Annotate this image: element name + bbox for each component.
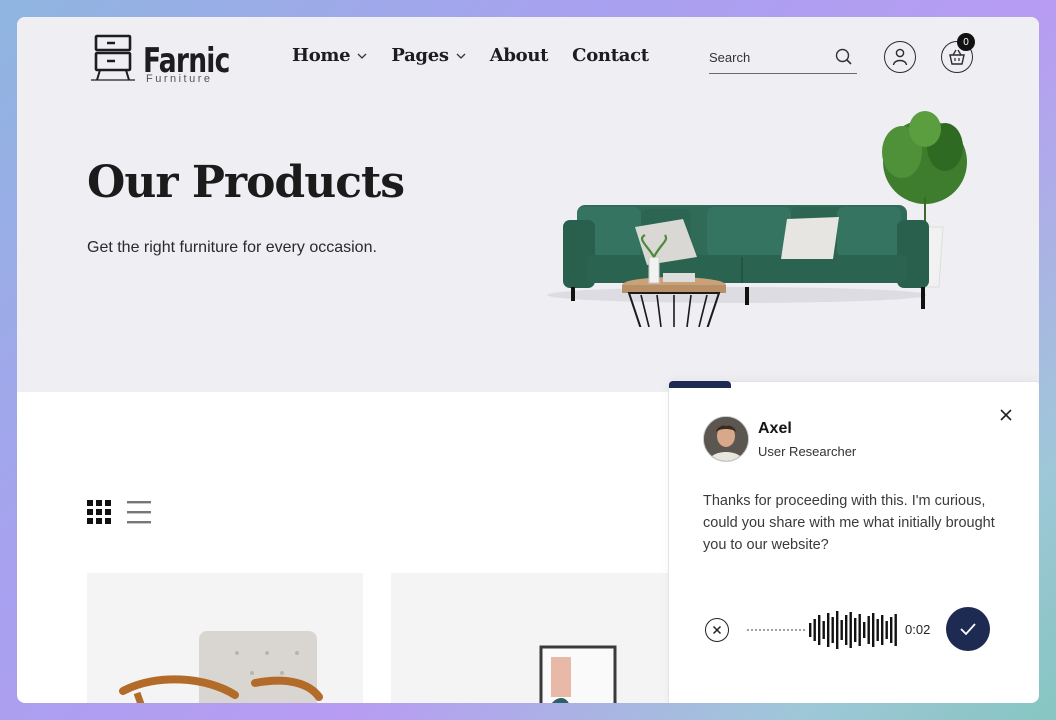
- audio-waveform: [747, 611, 897, 649]
- waveform-bar: [813, 619, 816, 641]
- waveform-dot: [791, 629, 793, 631]
- cancel-recording-button[interactable]: [705, 618, 729, 642]
- basket-icon: [949, 49, 965, 65]
- nav-pages[interactable]: Pages: [391, 45, 466, 66]
- nav-home[interactable]: Home: [292, 45, 367, 66]
- grid-icon[interactable]: [87, 500, 111, 524]
- avatar: [703, 416, 749, 462]
- waveform-dot: [783, 629, 785, 631]
- frame-product-image: [539, 645, 617, 703]
- waveform-dot: [787, 629, 789, 631]
- x-circle-icon: [712, 625, 722, 635]
- waveform-bar: [854, 618, 857, 642]
- product-card[interactable]: [87, 573, 363, 703]
- waveform-bar: [885, 621, 888, 639]
- waveform-bar: [849, 612, 852, 648]
- list-icon[interactable]: [127, 500, 151, 524]
- waveform-dot: [767, 629, 769, 631]
- agent-name: Axel: [758, 420, 792, 437]
- brand-tagline: Furniture: [146, 73, 213, 85]
- waveform-bar: [836, 611, 839, 649]
- nav-home-label: Home: [292, 45, 351, 66]
- waveform-bar: [845, 615, 848, 645]
- waveform-bar: [827, 613, 830, 647]
- page-title: Our Products: [87, 157, 405, 208]
- sofa-hero-image: [547, 111, 967, 327]
- search-icon[interactable]: [835, 48, 853, 66]
- nav-about[interactable]: About: [489, 45, 549, 66]
- waveform-bar: [858, 614, 861, 646]
- waveform-dot: [763, 629, 765, 631]
- waveform-dot: [771, 629, 773, 631]
- close-icon[interactable]: [997, 406, 1015, 424]
- waveform-bar: [890, 617, 893, 643]
- page-subtitle: Get the right furniture for every occasi…: [87, 239, 377, 256]
- product-card[interactable]: [391, 573, 681, 703]
- check-icon: [960, 623, 976, 636]
- hero-section: Farnic Furniture Home Pages About Contac…: [17, 17, 1039, 392]
- panel-tab[interactable]: [669, 381, 731, 388]
- waveform-bar: [867, 616, 870, 644]
- waveform-bar: [894, 614, 897, 646]
- chevron-down-icon: [357, 53, 367, 59]
- waveform-dot: [751, 629, 753, 631]
- waveform-bar: [822, 621, 825, 639]
- nav-about-label: About: [489, 45, 549, 66]
- interview-panel: Axel User Researcher Thanks for proceedi…: [668, 381, 1039, 703]
- waveform-bar: [831, 617, 834, 643]
- recording-time: 0:02: [905, 622, 931, 637]
- armchair-product-image: [119, 631, 323, 703]
- brand-logo[interactable]: Farnic Furniture: [89, 33, 230, 87]
- waveform-dot: [795, 629, 797, 631]
- cart-count-badge: 0: [957, 33, 975, 51]
- nav-contact[interactable]: Contact: [572, 45, 649, 66]
- agent-role: User Researcher: [758, 444, 857, 459]
- confirm-recording-button[interactable]: [946, 607, 990, 651]
- browser-window: Farnic Furniture Home Pages About Contac…: [17, 17, 1039, 703]
- nav-contact-label: Contact: [572, 45, 649, 66]
- waveform-bar: [863, 622, 866, 638]
- waveform-dot: [775, 629, 777, 631]
- waveform-bar: [872, 613, 875, 647]
- chat-message: Thanks for proceeding with this. I'm cur…: [703, 493, 995, 553]
- waveform-dot: [759, 629, 761, 631]
- waveform-dot: [803, 629, 805, 631]
- waveform-bar: [881, 615, 884, 645]
- chevron-down-icon: [456, 53, 466, 59]
- main-nav: Home Pages About Contact: [292, 45, 673, 66]
- user-icon: [892, 48, 908, 66]
- user-avatar-image: [704, 417, 748, 461]
- waveform-dot: [779, 629, 781, 631]
- nav-pages-label: Pages: [391, 45, 449, 66]
- waveform-dot: [799, 629, 801, 631]
- drawer-logo-icon: [91, 34, 135, 81]
- search-box: [709, 45, 857, 74]
- waveform-bar: [876, 619, 879, 641]
- waveform-dot: [747, 629, 749, 631]
- waveform-bar: [809, 623, 812, 637]
- search-input[interactable]: [709, 50, 819, 65]
- waveform-bar: [840, 620, 843, 640]
- waveform-bar: [818, 615, 821, 645]
- waveform-dot: [755, 629, 757, 631]
- account-button[interactable]: [884, 41, 916, 73]
